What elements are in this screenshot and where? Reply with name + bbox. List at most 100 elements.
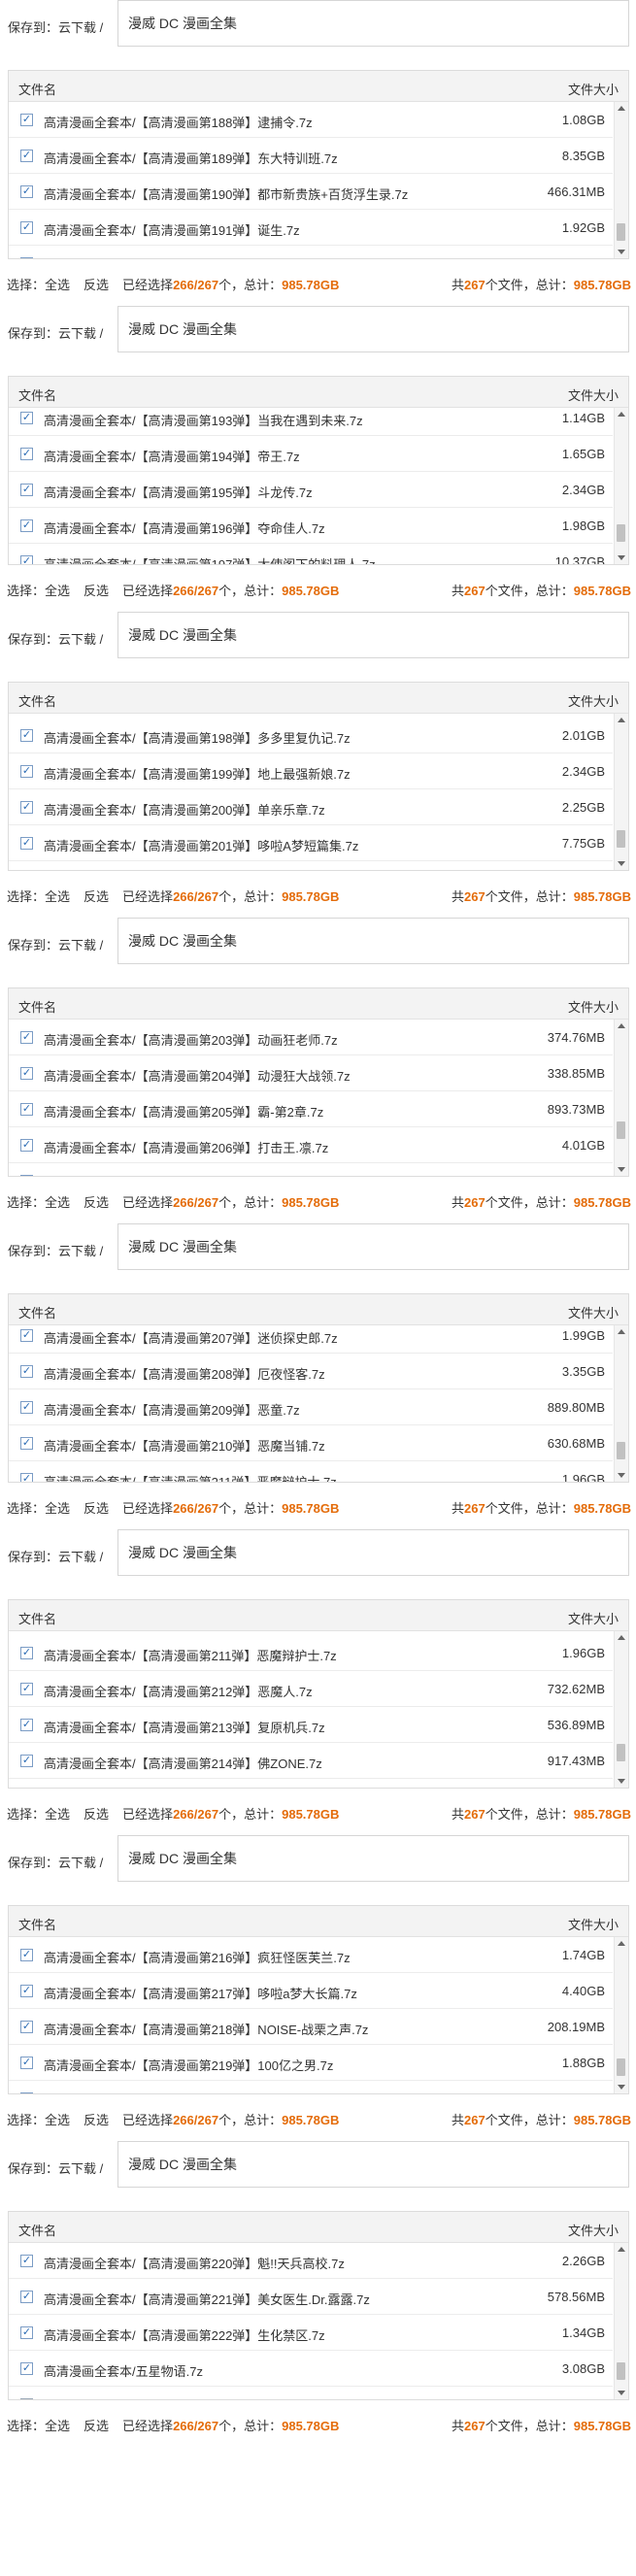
column-header-name[interactable]: 文件名: [18, 1915, 56, 1933]
vertical-scrollbar[interactable]: [614, 1937, 628, 2093]
column-header-name[interactable]: 文件名: [18, 997, 56, 1016]
folder-name-input[interactable]: 漫威 DC 漫画全集: [117, 918, 629, 964]
scroll-down-arrow-icon[interactable]: [618, 555, 625, 560]
scroll-down-arrow-icon[interactable]: [618, 1779, 625, 1784]
file-checkbox[interactable]: [20, 2398, 33, 2399]
file-checkbox[interactable]: ✓: [20, 1329, 33, 1342]
column-header-name[interactable]: 文件名: [18, 1303, 56, 1321]
file-checkbox[interactable]: ✓: [20, 1139, 33, 1152]
column-header-size[interactable]: 文件大小: [568, 997, 619, 1016]
file-checkbox[interactable]: ✓: [20, 1683, 33, 1695]
file-row[interactable]: ✓ 高清漫画全套本/【高清漫画第211弹】恶魔辩护士.7z 1.96GB: [9, 1635, 613, 1671]
file-row[interactable]: ✓ 高清漫画全套本/【高清漫画第201弹】哆啦A梦短篇集.7z 7.75GB: [9, 825, 613, 861]
folder-name-input[interactable]: 漫威 DC 漫画全集: [117, 0, 629, 47]
scroll-thumb[interactable]: [617, 2362, 625, 2380]
file-checkbox[interactable]: ✓: [20, 2255, 33, 2267]
select-all-link[interactable]: 全选: [45, 1807, 70, 1822]
file-checkbox[interactable]: ✓: [20, 1031, 33, 1044]
vertical-scrollbar[interactable]: [614, 1325, 628, 1482]
file-checkbox[interactable]: ✓: [20, 257, 33, 258]
column-header-size[interactable]: 文件大小: [568, 691, 619, 710]
scroll-thumb[interactable]: [617, 1744, 625, 1761]
invert-selection-link[interactable]: 反选: [84, 2113, 109, 2127]
file-checkbox[interactable]: ✓: [20, 837, 33, 850]
file-row[interactable]: ✓ 高清漫画全套本/【高清漫画第216弹】疯狂怪医芙兰.7z 1.74GB: [9, 1937, 613, 1973]
file-row[interactable]: ✓ 高清漫画全套本/【高清漫画第196弹】夺命佳人.7z 1.98GB: [9, 508, 613, 544]
file-checkbox[interactable]: ✓: [20, 1755, 33, 1767]
invert-selection-link[interactable]: 反选: [84, 1501, 109, 1516]
file-checkbox[interactable]: ✓: [20, 1719, 33, 1731]
file-row[interactable]: ✓ 高清漫画全套本/【高清漫画第220弹】魁!!天兵高校.7z 2.26GB: [9, 2081, 613, 2093]
file-row[interactable]: ✓ 高清漫画全套本/【高清漫画第207弹】迷侦探史郎.7z 1.99GB: [9, 1163, 613, 1176]
file-row[interactable]: ✓ 高清漫画全套本/【高清漫画第192弹】的骸小猫妖.7z 304.82MB: [9, 246, 613, 258]
file-checkbox[interactable]: ✓: [20, 2326, 33, 2339]
scroll-thumb[interactable]: [617, 223, 625, 241]
file-checkbox[interactable]: ✓: [20, 1365, 33, 1378]
column-header-size[interactable]: 文件大小: [568, 80, 619, 98]
file-checkbox[interactable]: ✓: [20, 2057, 33, 2069]
file-checkbox[interactable]: ✓: [20, 1473, 33, 1482]
file-checkbox[interactable]: ✓: [20, 412, 33, 424]
column-header-size[interactable]: 文件大小: [568, 2221, 619, 2239]
file-row[interactable]: ✓ 高清漫画全套本/【高清漫画第191弹】诞生.7z 1.92GB: [9, 210, 613, 246]
file-checkbox[interactable]: ✓: [20, 1647, 33, 1659]
select-all-link[interactable]: 全选: [45, 278, 70, 292]
folder-name-input[interactable]: 漫威 DC 漫画全集: [117, 2141, 629, 2188]
file-checkbox[interactable]: ✓: [20, 1985, 33, 1997]
file-row[interactable]: ✓ 高清漫画全套本/【高清漫画第209弹】恶童.7z 889.80MB: [9, 1389, 613, 1425]
file-row[interactable]: ✓ 高清漫画全套本/【高清漫画第198弹】多多里复仇记.7z 2.01GB: [9, 718, 613, 753]
scroll-up-arrow-icon[interactable]: [618, 1635, 625, 1640]
scroll-up-arrow-icon[interactable]: [618, 2247, 625, 2252]
file-row[interactable]: ✓高清漫画全套本/【高清漫画第202弹】超能力美少.7z772.80MB: [9, 861, 613, 870]
select-all-link[interactable]: 全选: [45, 2113, 70, 2127]
file-row[interactable]: ✓ 高清漫画全套本/【高清漫画第199弹】地上最强新娘.7z 2.34GB: [9, 753, 613, 789]
scroll-down-arrow-icon[interactable]: [618, 2391, 625, 2395]
folder-name-input[interactable]: 漫威 DC 漫画全集: [117, 1835, 629, 1882]
file-checkbox[interactable]: ✓: [20, 1401, 33, 1414]
file-row[interactable]: ✓ 高清漫画全套本/【高清漫画第200弹】单亲乐章.7z 2.25GB: [9, 789, 613, 825]
file-checkbox[interactable]: ✓: [20, 2362, 33, 2375]
file-checkbox[interactable]: ✓: [20, 519, 33, 532]
file-row[interactable]: ✓ 高清漫画全套本/【高清漫画第206弹】打击王.凛.7z 4.01GB: [9, 1127, 613, 1163]
file-checkbox[interactable]: ✓: [20, 150, 33, 162]
file-row[interactable]: ✓ 高清漫画全套本/【高清漫画第195弹】斗龙传.7z 2.34GB: [9, 472, 613, 508]
file-checkbox[interactable]: ✓: [20, 484, 33, 496]
scroll-up-arrow-icon[interactable]: [618, 412, 625, 417]
file-row[interactable]: CC下载站.url 120.00B: [9, 2387, 613, 2399]
file-row[interactable]: ✓ 高清漫画全套本/【高清漫画第220弹】魁!!天兵高校.7z 2.26GB: [9, 2243, 613, 2279]
scroll-thumb[interactable]: [617, 524, 625, 542]
file-checkbox[interactable]: ✓: [20, 765, 33, 778]
file-row[interactable]: ✓ 高清漫画全套本/【高清漫画第219弹】100亿之男.7z 1.88GB: [9, 2045, 613, 2081]
file-checkbox[interactable]: ✓: [20, 1437, 33, 1450]
file-checkbox[interactable]: ✓: [20, 1067, 33, 1080]
folder-name-input[interactable]: 漫威 DC 漫画全集: [117, 306, 629, 352]
file-checkbox[interactable]: ✓: [20, 2021, 33, 2033]
vertical-scrollbar[interactable]: [614, 714, 628, 870]
file-row[interactable]: ✓ 高清漫画全套本/【高清漫画第214弹】佛ZONE.7z 917.43MB: [9, 1743, 613, 1779]
file-row[interactable]: ✓ 高清漫画全套本/【高清漫画第197弹】大使阁下的料理人.7z 10.37GB: [9, 544, 613, 564]
column-header-name[interactable]: 文件名: [18, 691, 56, 710]
scroll-up-arrow-icon[interactable]: [618, 1023, 625, 1028]
file-checkbox[interactable]: ✓: [20, 1175, 33, 1176]
file-row[interactable]: ✓ 高清漫画全套本/【高清漫画第208弹】厄夜怪客.7z 3.35GB: [9, 1354, 613, 1389]
column-header-name[interactable]: 文件名: [18, 385, 56, 404]
select-all-link[interactable]: 全选: [45, 1195, 70, 1210]
scroll-thumb[interactable]: [617, 830, 625, 848]
file-checkbox[interactable]: ✓: [20, 555, 33, 564]
file-row[interactable]: ✓ 高清漫画全套本/五星物语.7z 3.08GB: [9, 2351, 613, 2387]
vertical-scrollbar[interactable]: [614, 408, 628, 564]
scroll-thumb[interactable]: [617, 1121, 625, 1139]
folder-name-input[interactable]: 漫威 DC 漫画全集: [117, 1223, 629, 1270]
file-row[interactable]: ✓ 高清漫画全套本/【高清漫画第212弹】恶魔人.7z 732.62MB: [9, 1671, 613, 1707]
file-row[interactable]: ✓ 高清漫画全套本/【高清漫画第204弹】动漫狂大战领.7z 338.85MB: [9, 1055, 613, 1091]
invert-selection-link[interactable]: 反选: [84, 584, 109, 598]
file-row[interactable]: ✓ 高清漫画全套本/【高清漫画第203弹】动画狂老师.7z 374.76MB: [9, 1020, 613, 1055]
vertical-scrollbar[interactable]: [614, 2243, 628, 2399]
select-all-link[interactable]: 全选: [45, 2419, 70, 2433]
file-row[interactable]: ✓ 高清漫画全套本/【高清漫画第222弹】生化禁区.7z 1.34GB: [9, 2315, 613, 2351]
file-row[interactable]: ✓高清漫画全套本/【高清漫画第215弹】番茄日和.7z455.57MB: [9, 1779, 613, 1788]
scroll-thumb[interactable]: [617, 1442, 625, 1459]
scroll-down-arrow-icon[interactable]: [618, 1473, 625, 1478]
file-row[interactable]: ✓ 高清漫画全套本/【高清漫画第218弹】NOISE-战栗之声.7z 208.19M…: [9, 2009, 613, 2045]
column-header-size[interactable]: 文件大小: [568, 385, 619, 404]
